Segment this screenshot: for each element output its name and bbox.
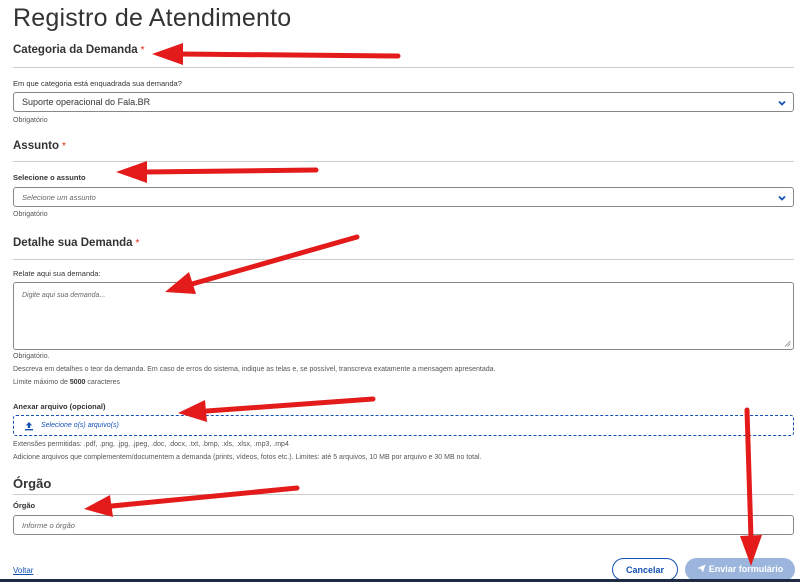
subject-hint: Obrigatório [13, 211, 48, 218]
category-title-text: Categoria da Demanda [13, 44, 138, 56]
annotation-arrowhead [116, 161, 147, 183]
organ-section-title: Órgão [13, 476, 52, 491]
file-upload-button[interactable]: Selecione o(s) arquivo(s) [13, 415, 794, 436]
divider [13, 67, 794, 68]
detail-textarea[interactable]: Digite aqui sua demanda... [13, 282, 794, 350]
attachment-label: Anexar arquivo (opcional) [13, 402, 106, 411]
annotation-arrowhead [84, 495, 113, 517]
annotation-arrow [189, 234, 360, 287]
subject-select-placeholder: Selecione um assunto [22, 193, 96, 202]
subject-select[interactable]: Selecione um assunto [13, 187, 794, 207]
category-select-value: Suporte operacional do Fala.BR [22, 97, 151, 107]
category-select[interactable]: Suporte operacional do Fala.BR [13, 92, 794, 112]
file-upload-label: Selecione o(s) arquivo(s) [41, 422, 119, 429]
divider [13, 259, 794, 260]
detail-section-title: Detalhe sua Demanda * [13, 237, 139, 249]
organ-input-placeholder: Informe o órgão [22, 521, 75, 530]
paper-plane-icon [697, 564, 706, 573]
required-mark: * [135, 238, 140, 249]
annotation-arrowhead [152, 43, 183, 65]
annotation-arrow [177, 51, 401, 59]
chevron-down-icon [778, 195, 786, 201]
subject-title-text: Assunto [13, 140, 59, 152]
attachment-extensions: Extensões permitidas: .pdf, .png, .jpg, … [13, 441, 289, 448]
detail-limit-value: 5000 [69, 379, 86, 386]
category-section-title: Categoria da Demanda * [13, 44, 145, 56]
cancel-button[interactable]: Cancelar [612, 558, 678, 581]
required-mark: * [62, 141, 66, 152]
required-mark: * [140, 45, 145, 56]
annotation-arrow [109, 485, 300, 509]
divider [13, 494, 794, 495]
chevron-down-icon [778, 100, 786, 106]
resize-grip-icon[interactable] [784, 340, 791, 347]
detail-title-text: Detalhe sua Demanda [13, 237, 133, 249]
annotation-arrow [204, 396, 376, 414]
category-label: Em que categoria está enquadrada sua dem… [13, 79, 182, 88]
submit-button[interactable]: Enviar formulário [685, 558, 795, 581]
detail-limit-suffix: caracteres [87, 379, 121, 386]
attachment-limits: Adicione arquivos que complementem/docum… [13, 454, 482, 461]
organ-input[interactable]: Informe o órgão [13, 515, 794, 535]
annotation-arrow [142, 167, 319, 175]
subject-section-title: Assunto * [13, 140, 66, 152]
upload-icon [25, 422, 33, 431]
detail-hint-description: Descreva em detalhes o teor da demanda. … [13, 366, 496, 373]
detail-hint-required: Obrigatório. [13, 353, 50, 360]
detail-label: Relate aqui sua demanda: [13, 269, 101, 278]
detail-textarea-placeholder: Digite aqui sua demanda... [22, 292, 106, 299]
organ-label: Órgão [13, 501, 36, 510]
page-title: Registro de Atendimento [13, 4, 292, 32]
detail-limit-prefix: Limite máximo de [13, 379, 68, 386]
category-hint: Obrigatório [13, 117, 48, 124]
detail-limit: Limite máximo de 5000 caracteres [13, 379, 120, 386]
divider [13, 161, 794, 162]
subject-label: Selecione o assunto [13, 173, 86, 182]
submit-button-label: Enviar formulário [708, 564, 784, 574]
back-link[interactable]: Voltar [13, 566, 33, 575]
